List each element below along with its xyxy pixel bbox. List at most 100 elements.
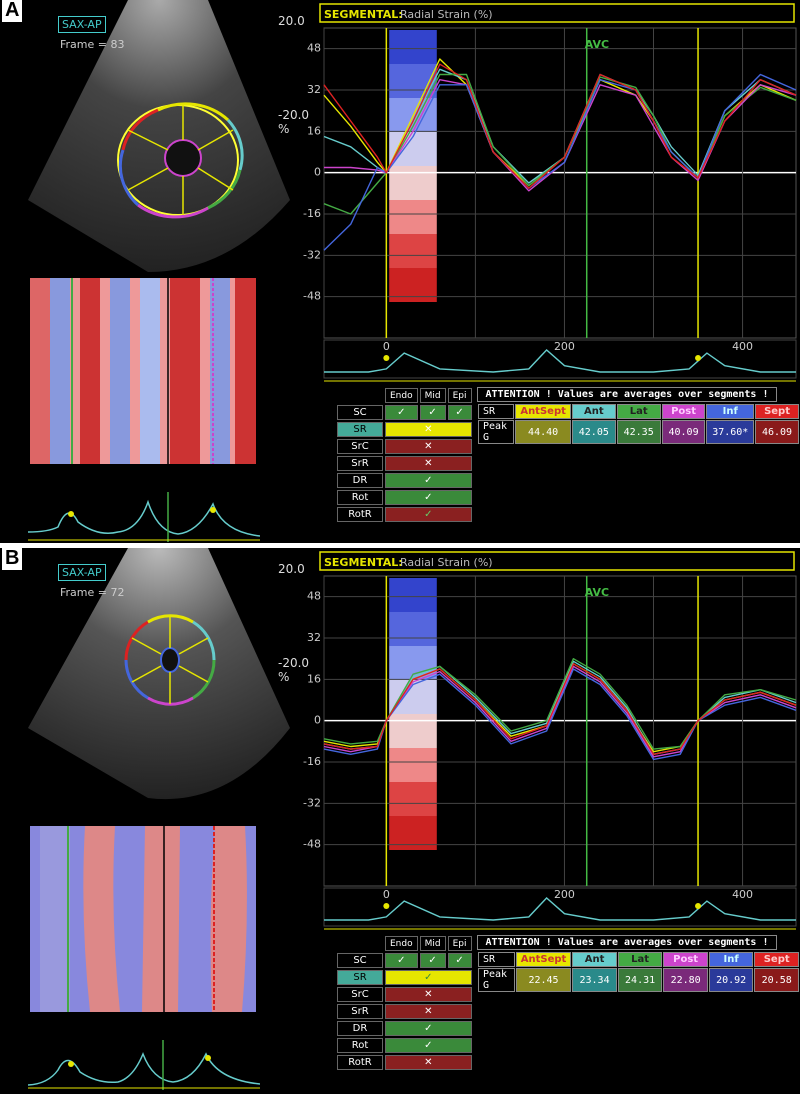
chart-title: SEGMENTAL: xyxy=(324,556,403,569)
cross-icon[interactable]: ✕ xyxy=(385,422,472,437)
strain-chart: SEGMENTAL: Radial Strain (%) 48 32 16 0 -16 -32… xyxy=(296,0,800,385)
table-row: RotR ✕ xyxy=(337,1055,472,1070)
metric-label: Peak G xyxy=(478,968,515,992)
y-tick-label: 32 xyxy=(307,631,321,644)
segment-value-sept: 46.09 xyxy=(755,420,799,444)
y-tick-label: 48 xyxy=(307,590,321,603)
check-icon[interactable]: ✓ xyxy=(419,953,446,968)
check-icon[interactable]: ✓ xyxy=(385,490,472,505)
parameter-row-label[interactable]: SC xyxy=(337,953,383,968)
table-row: SC ✓ ✓ ✓ xyxy=(337,405,472,420)
y-tick-label: -16 xyxy=(303,755,321,768)
view-mode-label[interactable]: SAX-AP xyxy=(58,16,106,33)
parameter-row-label[interactable]: RotR xyxy=(337,507,383,522)
frame-counter: Frame = 83 xyxy=(60,38,125,51)
chart-subtitle: Radial Strain (%) xyxy=(400,556,493,569)
frame-marker-dot[interactable] xyxy=(695,355,702,361)
chart-title: SEGMENTAL: xyxy=(324,8,403,21)
series-line-post xyxy=(323,665,797,758)
layer-header: Mid xyxy=(419,936,446,951)
segment-value-lat: 24.31 xyxy=(617,968,663,992)
segment-value-inf: 37.60* xyxy=(706,420,755,444)
table-row: Rot ✓ xyxy=(337,1038,472,1053)
layer-header: Endo xyxy=(385,936,418,951)
ecg-trace-mini xyxy=(27,492,261,542)
series-line-inf xyxy=(323,668,797,761)
check-icon[interactable]: ✓ xyxy=(385,1038,472,1053)
plot-frame xyxy=(323,27,797,339)
attention-banner: ATTENTION ! Values are averages over seg… xyxy=(477,935,777,950)
check-icon[interactable]: ✓ xyxy=(447,953,472,968)
table-corner xyxy=(337,936,383,951)
segment-header-antsept: AntSept xyxy=(515,952,572,967)
table-row: Rot ✓ xyxy=(337,490,472,505)
check-icon[interactable]: ✓ xyxy=(385,405,418,420)
parameter-row-label[interactable]: DR xyxy=(337,1021,383,1036)
parameter-row-label[interactable]: SrR xyxy=(337,1004,383,1019)
segment-header-lat: Lat xyxy=(616,404,661,419)
check-icon[interactable]: ✓ xyxy=(385,970,472,985)
check-icon[interactable]: ✓ xyxy=(385,473,472,488)
series-line-post xyxy=(324,79,797,192)
segment-value-sept: 20.58 xyxy=(754,968,799,992)
check-icon[interactable]: ✓ xyxy=(385,1021,472,1036)
parameter-row-label[interactable]: SrC xyxy=(337,987,383,1002)
segment-header-sept: Sept xyxy=(754,952,799,967)
frame-marker-dot[interactable] xyxy=(383,355,390,361)
parameter-row-label[interactable]: SC xyxy=(337,405,383,420)
segment-value-post: 40.09 xyxy=(661,420,706,444)
ecg-trace-mini xyxy=(27,1040,261,1090)
panel-label: B xyxy=(2,546,23,570)
segment-value-inf: 20.92 xyxy=(708,968,754,992)
parameter-row-label[interactable]: Rot xyxy=(337,490,383,505)
parameter-table: Endo Mid Epi SC ✓ ✓ ✓ SR ✕ SrC ✕ SrR ✕ DR ✓ Rot ✓ RotR ✓ xyxy=(335,386,474,524)
parameter-row-label[interactable]: SR xyxy=(337,970,383,985)
segment-header-post: Post xyxy=(663,952,708,967)
segment-header-sept: Sept xyxy=(755,404,799,419)
y-tick-label: 48 xyxy=(307,42,321,55)
check-icon[interactable]: ✓ xyxy=(419,405,446,420)
segment-header-row: SR AntSept Ant Lat Post Inf Sept xyxy=(478,404,799,419)
frame-marker-dot[interactable] xyxy=(383,903,390,909)
cross-icon[interactable]: ✕ xyxy=(385,439,472,454)
parameter-row-label[interactable]: SrC xyxy=(337,439,383,454)
table-row: SrC ✕ xyxy=(337,439,472,454)
segment-header-inf: Inf xyxy=(706,404,755,419)
y-tick-label: -48 xyxy=(303,838,321,851)
parameter-row-label[interactable]: RotR xyxy=(337,1055,383,1070)
frame-marker-dot[interactable] xyxy=(695,903,702,909)
segment-value-ant: 42.05 xyxy=(571,420,616,444)
cross-icon[interactable]: ✕ xyxy=(385,987,472,1002)
parameter-row-label[interactable]: SrR xyxy=(337,456,383,471)
check-icon[interactable]: ✓ xyxy=(385,953,418,968)
parameter-table: Endo Mid Epi SC ✓ ✓ ✓ SR ✓ SrC ✕ SrR ✕ DR ✓ Rot ✓ RotR ✕ xyxy=(335,934,474,1072)
mmode-strain-map xyxy=(30,278,256,464)
cross-icon[interactable]: ✕ xyxy=(385,456,472,471)
parameter-row-label[interactable]: SR xyxy=(337,422,383,437)
x-tick-label: 200 xyxy=(554,340,575,353)
check-icon[interactable]: ✓ xyxy=(385,507,472,522)
y-tick-label: -32 xyxy=(303,248,321,261)
segment-value-antsept: 44.40 xyxy=(515,420,571,444)
view-mode-label[interactable]: SAX-AP xyxy=(58,564,106,581)
metric-label: Peak G xyxy=(478,420,515,444)
cross-icon[interactable]: ✕ xyxy=(385,1004,472,1019)
segment-value-antsept: 22.45 xyxy=(515,968,572,992)
y-tick-label: -48 xyxy=(303,290,321,303)
y-tick-label: 16 xyxy=(307,672,321,685)
table-row: SrR ✕ xyxy=(337,1004,472,1019)
parameter-row-label[interactable]: Rot xyxy=(337,1038,383,1053)
cross-icon[interactable]: ✕ xyxy=(385,1055,472,1070)
attention-banner: ATTENTION ! Values are averages over seg… xyxy=(477,387,777,402)
plot-frame xyxy=(323,575,797,887)
check-icon[interactable]: ✓ xyxy=(447,405,472,420)
segment-header-lat: Lat xyxy=(617,952,663,967)
segment-header-ant: Ant xyxy=(571,404,616,419)
panel-a: A SAX-AP Frame = 83 20.0 -20.0 % SEGMENT… xyxy=(0,0,800,543)
table-row: DR ✓ xyxy=(337,1021,472,1036)
ecg-trace xyxy=(324,897,796,921)
series-line-lat xyxy=(323,658,797,750)
segment-values-table: ATTENTION ! Values are averages over seg… xyxy=(477,935,800,993)
chart-subtitle: Radial Strain (%) xyxy=(400,8,493,21)
parameter-row-label[interactable]: DR xyxy=(337,473,383,488)
